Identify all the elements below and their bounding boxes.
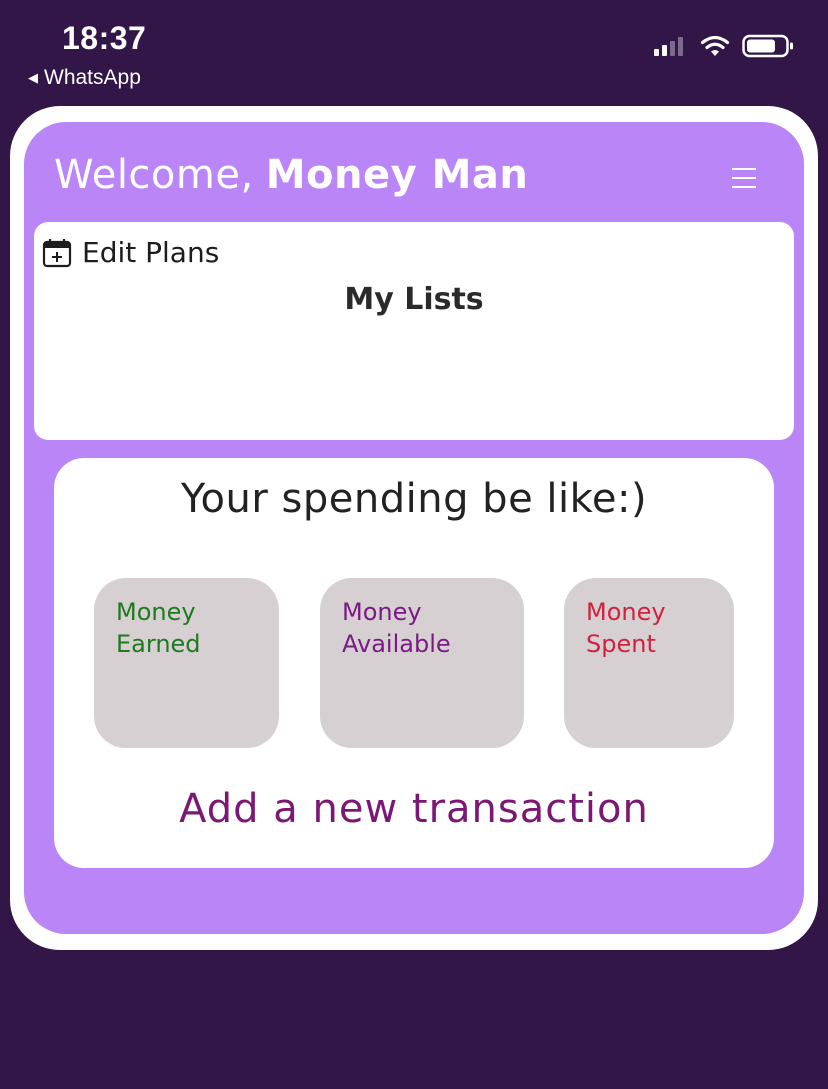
welcome-prefix: Welcome, (54, 152, 254, 198)
money-earned-card[interactable]: Money Earned (94, 578, 279, 748)
calendar-add-icon (42, 238, 72, 267)
app-content: Welcome, Money Man Edit Plans My Lists Y… (24, 122, 804, 934)
back-app-label: WhatsApp (44, 66, 141, 89)
money-earned-label: Money Earned (116, 598, 201, 658)
user-name: Money Man (265, 152, 529, 198)
menu-icon[interactable] (732, 168, 756, 190)
status-bar: 18:37 ◀ WhatsApp (0, 0, 828, 100)
money-available-card[interactable]: Money Available (320, 578, 524, 748)
money-spent-card[interactable]: Money Spent (564, 578, 734, 748)
wifi-icon (700, 35, 730, 56)
my-lists-panel: Edit Plans My Lists (34, 222, 794, 440)
my-lists-title: My Lists (344, 282, 484, 317)
back-to-app-link[interactable]: ◀ WhatsApp (28, 66, 141, 90)
status-icons (654, 34, 794, 58)
edit-plans-label: Edit Plans (82, 236, 220, 269)
spending-panel: Your spending be like:) Money Earned Mon… (54, 458, 774, 868)
spending-title: Your spending be like:) (180, 476, 648, 522)
add-transaction-button[interactable]: Add a new transaction (54, 786, 774, 832)
app-window: Welcome, Money Man Edit Plans My Lists Y… (10, 106, 818, 950)
status-time: 18:37 (62, 20, 147, 56)
battery-icon (742, 34, 793, 58)
signal-icon (654, 37, 683, 56)
edit-plans-button[interactable]: Edit Plans (42, 236, 219, 269)
welcome-heading: Welcome, Money Man (54, 152, 528, 198)
money-available-label: Money Available (342, 598, 451, 658)
money-spent-label: Money Spent (586, 598, 666, 658)
back-arrow-icon: ◀ (28, 70, 38, 85)
